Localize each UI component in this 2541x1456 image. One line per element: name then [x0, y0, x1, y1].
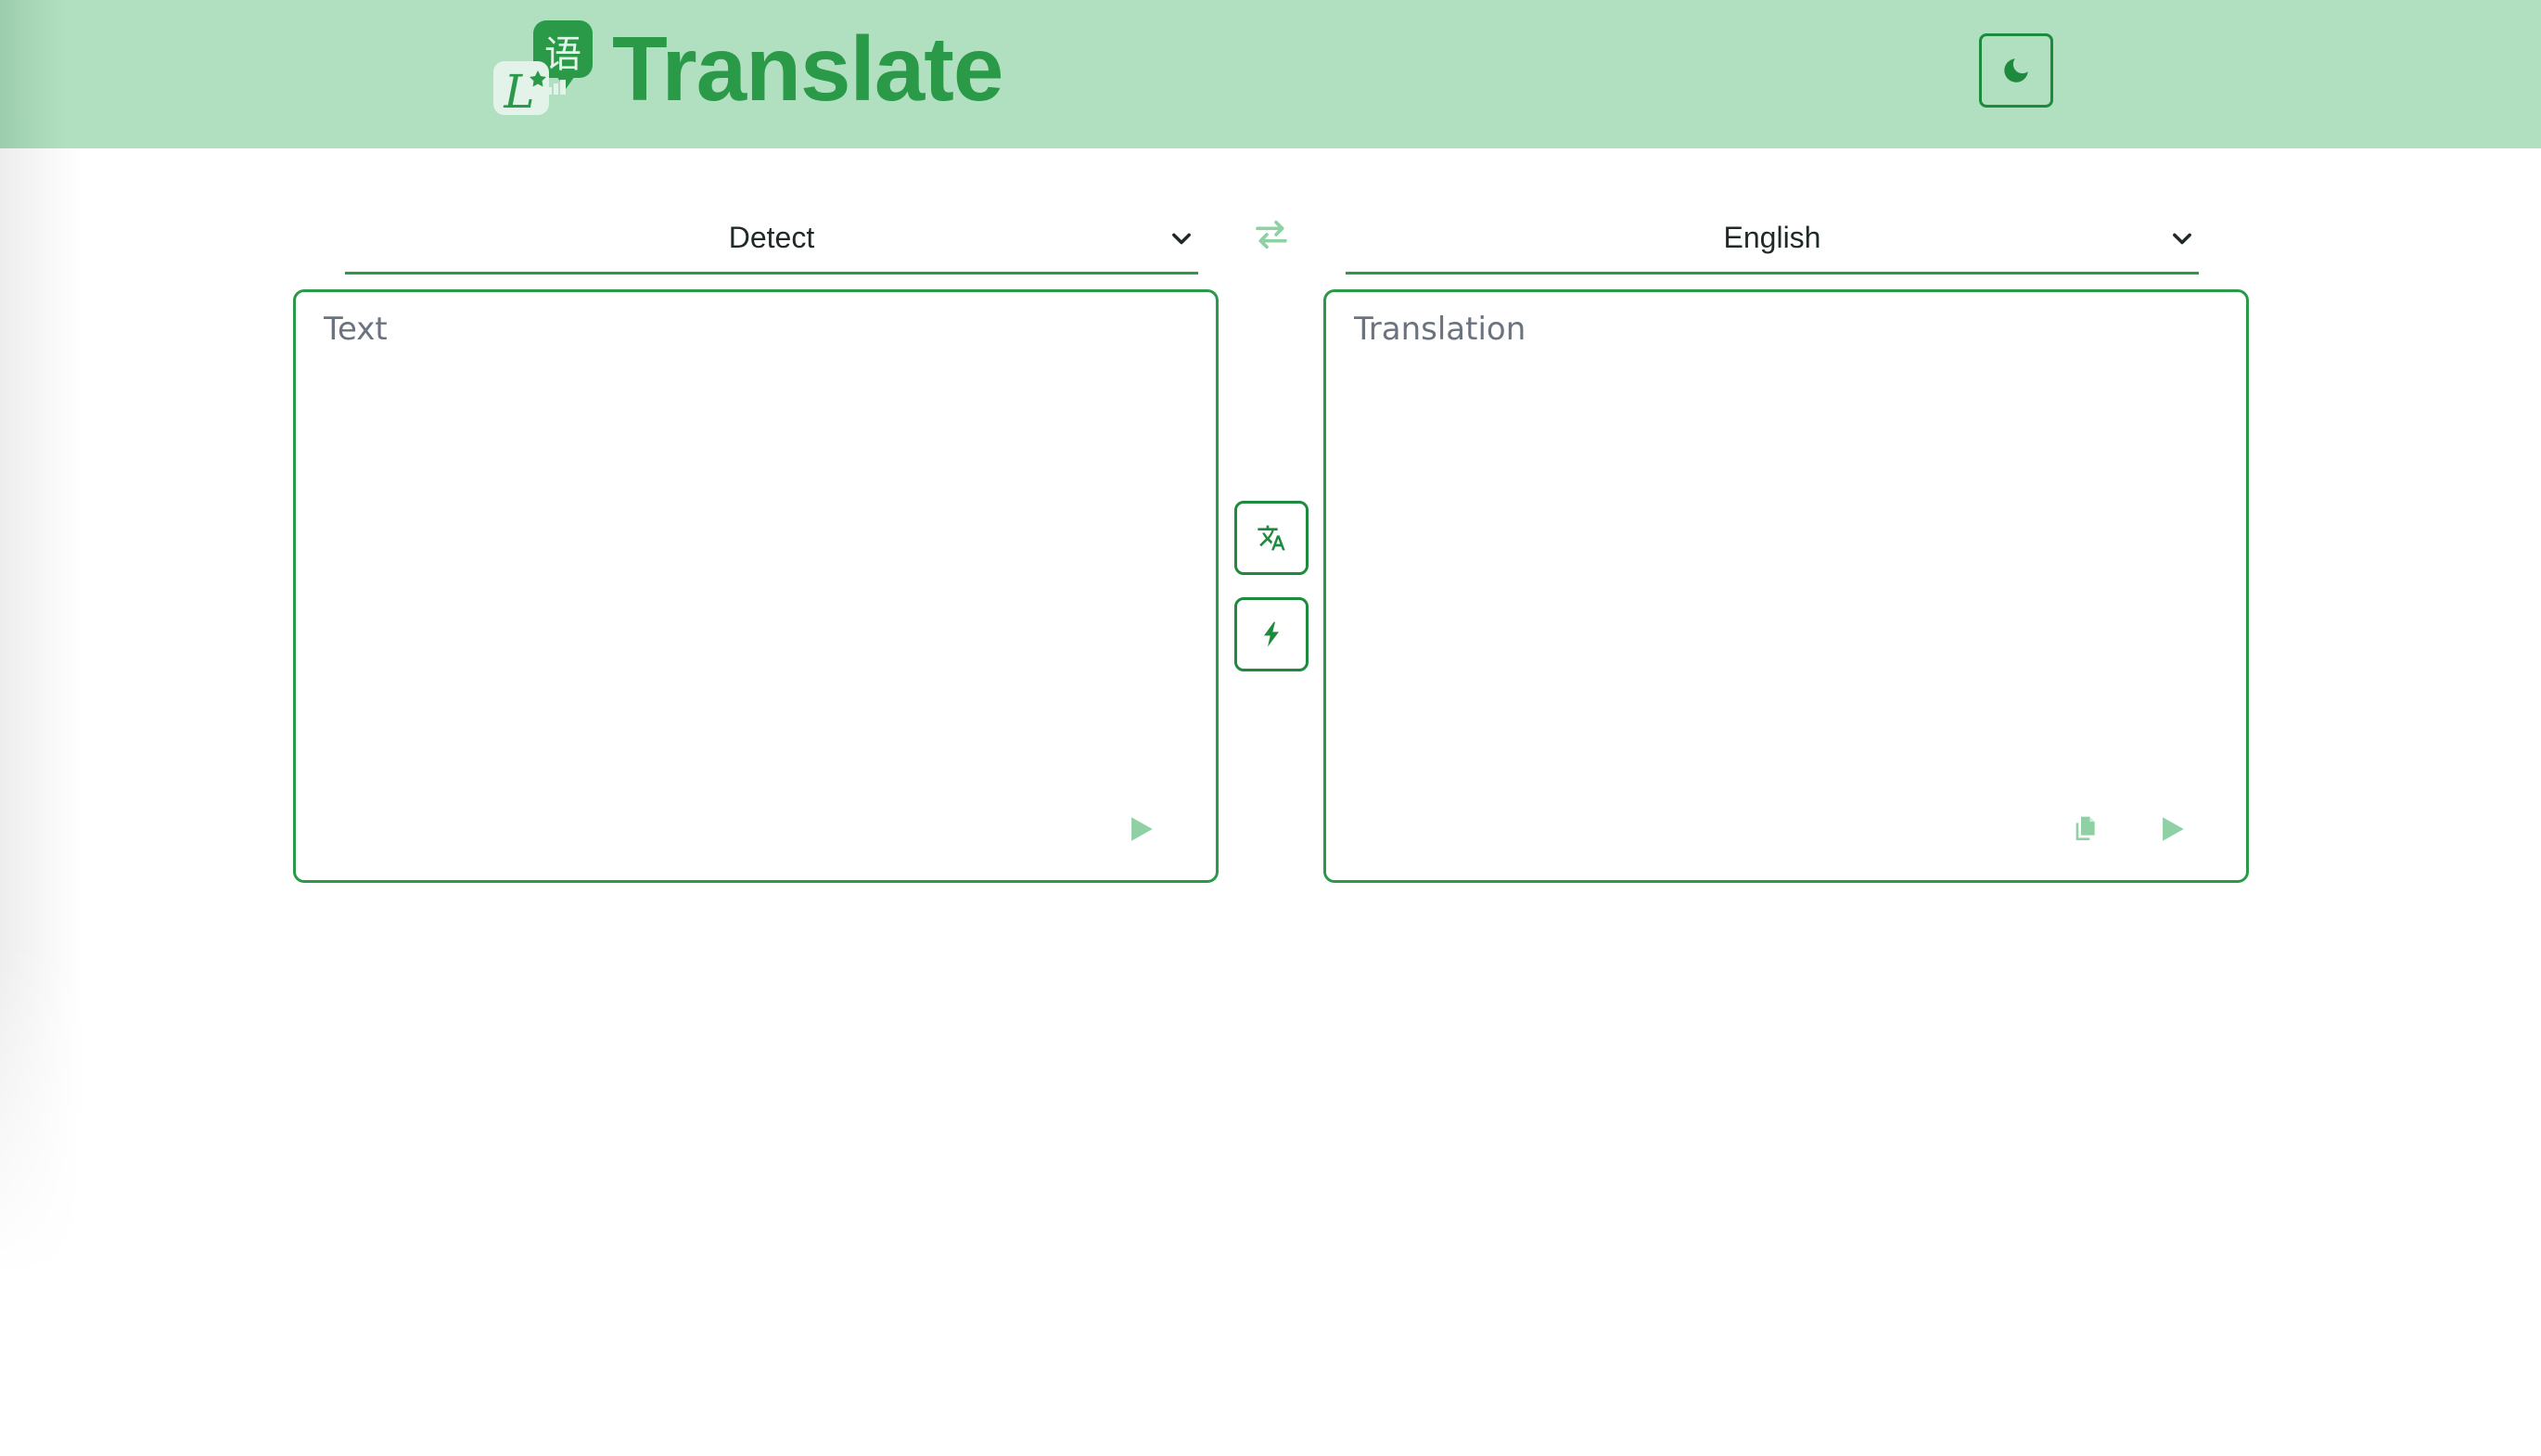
sidebar-shadow: [0, 148, 83, 1280]
header-edge-shade: [0, 0, 65, 148]
chevron-down-icon: [1172, 233, 1191, 245]
source-text-panel: [293, 289, 1219, 883]
app-header: 语 L Translate: [0, 0, 2541, 148]
translate-button[interactable]: [1234, 501, 1309, 575]
target-language-label: English: [1723, 221, 1821, 254]
source-language-label: Detect: [728, 221, 815, 254]
play-icon: [1131, 817, 1153, 841]
translation-output[interactable]: [1354, 311, 2216, 793]
translation-speak-button[interactable]: [2150, 807, 2194, 851]
instant-translate-button[interactable]: [1234, 597, 1309, 671]
moon-icon: [2004, 58, 2028, 83]
lightning-icon: [1264, 621, 1279, 647]
theme-toggle-button[interactable]: [1979, 33, 2053, 108]
swap-arrows-icon: [1256, 220, 1287, 249]
chevron-down-icon: [2173, 233, 2191, 245]
source-speak-button[interactable]: [1118, 807, 1163, 851]
swap-languages-button[interactable]: [1252, 215, 1291, 254]
translate-icon: [1258, 525, 1285, 551]
target-language-select[interactable]: English: [1346, 204, 2199, 275]
brand: 语 L Translate: [492, 17, 1003, 121]
copy-translation-button[interactable]: [2062, 807, 2107, 851]
copy-icon: [2075, 816, 2095, 840]
play-icon: [2163, 817, 2184, 841]
logo-cjk-glyph: 语: [544, 33, 581, 76]
source-text-input[interactable]: [324, 311, 1186, 793]
source-language-select[interactable]: Detect: [345, 204, 1198, 275]
translation-panel: [1323, 289, 2249, 883]
app-title: Translate: [612, 18, 1003, 120]
app-logo-icon: 语 L: [492, 17, 603, 121]
logo-latin-glyph: L: [503, 65, 534, 119]
